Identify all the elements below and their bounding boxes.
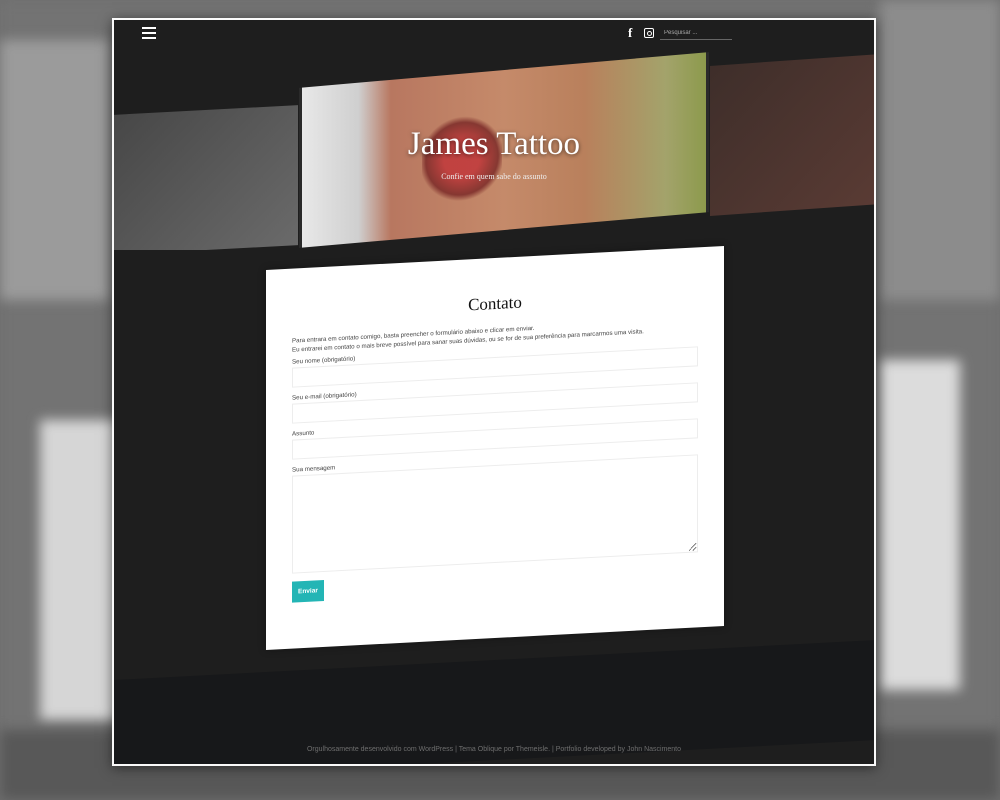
search-input[interactable] — [660, 26, 732, 40]
top-bar: f — [114, 20, 874, 50]
footer-credits: Orgulhosamente desenvolvido com WordPres… — [306, 746, 682, 753]
contact-form: Contato Para entrara em contato comigo, … — [292, 283, 698, 603]
message-field[interactable] — [292, 454, 698, 574]
instagram-icon[interactable] — [644, 28, 654, 38]
site-title[interactable]: James Tattoo — [114, 126, 874, 163]
hamburger-icon[interactable] — [142, 27, 156, 41]
facebook-icon[interactable]: f — [628, 25, 632, 41]
site-tagline: Confie em quem sabe do assunto — [441, 172, 547, 181]
send-button[interactable]: Enviar — [292, 579, 324, 603]
contact-card: Contato Para entrara em contato comigo, … — [266, 245, 724, 651]
header-collage: James Tattoo Confie em quem sabe do assu… — [114, 40, 874, 250]
browser-window: James Tattoo Confie em quem sabe do assu… — [112, 18, 876, 766]
